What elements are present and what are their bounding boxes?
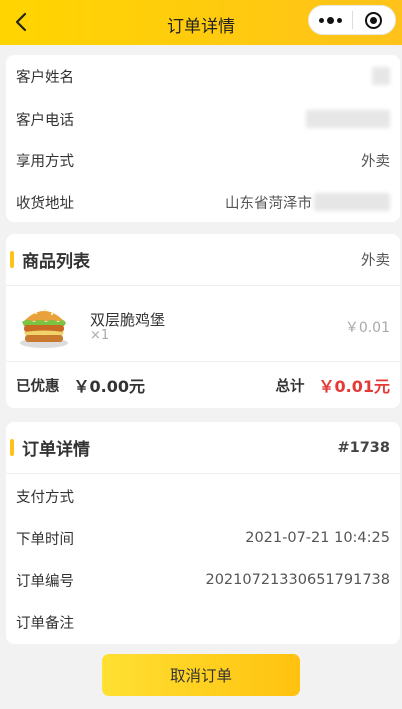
customer-info-card: 客户姓名 客户电话 享用方式 外卖 收货地址 山东省菏泽市 (6, 55, 400, 222)
customer-name-redacted (372, 67, 390, 85)
goods-totals: 已优惠 ￥0.00元 总计 ￥0.01元 (6, 363, 400, 407)
close-circle-icon[interactable] (353, 5, 395, 35)
customer-phone-row: 客户电话 (6, 98, 400, 140)
goods-list-card: 商品列表 外卖 双层脆鸡堡 ×1 ￥0.01 已优惠 ￥0.00元 总计 ￥0.… (6, 234, 400, 408)
goods-quantity: ×1 (90, 328, 110, 343)
goods-price: ￥0.01 (344, 320, 390, 336)
payment-method-row: 支付方式 (6, 475, 400, 517)
customer-name-label: 客户姓名 (16, 69, 74, 86)
customer-phone-label: 客户电话 (16, 112, 74, 129)
dining-mode-row: 享用方式 外卖 (6, 139, 400, 181)
order-detail-title: 订单详情 (22, 440, 90, 460)
total-label: 总计 (275, 378, 305, 395)
total-value: ￥0.01元 (318, 377, 390, 396)
order-time-row: 下单时间 2021-07-21 10:4:25 (6, 517, 400, 559)
order-detail-header: 订单详情 #1738 (6, 422, 400, 474)
order-number-row: 订单编号 20210721330651791738 (6, 559, 400, 601)
mini-program-capsule (308, 5, 396, 35)
order-detail-card: 订单详情 #1738 支付方式 下单时间 2021-07-21 10:4:25 … (6, 422, 400, 644)
address-label: 收货地址 (16, 195, 74, 212)
navigation-bar: 订单详情 (0, 0, 402, 45)
section-accent-bar (10, 251, 14, 268)
order-number-tag: #1738 (337, 439, 390, 456)
order-number-label: 订单编号 (16, 573, 74, 590)
dining-mode-value: 外卖 (361, 153, 390, 170)
customer-name-row: 客户姓名 (6, 55, 400, 97)
section-accent-bar (10, 439, 14, 456)
address-value: 山东省菏泽市 (225, 195, 312, 212)
chicken-burger-image (20, 308, 68, 348)
order-remark-label: 订单备注 (16, 615, 74, 632)
address-redacted (314, 193, 390, 211)
discount-value: ￥0.00元 (73, 377, 145, 396)
goods-list-title: 商品列表 (22, 252, 90, 272)
discount-label: 已优惠 (16, 378, 60, 395)
goods-list-header: 商品列表 外卖 (6, 234, 400, 286)
payment-method-label: 支付方式 (16, 489, 74, 506)
order-time-value: 2021-07-21 10:4:25 (245, 530, 390, 546)
cancel-order-button[interactable]: 取消订单 (102, 654, 300, 696)
order-number-value: 20210721330651791738 (205, 572, 390, 588)
address-row: 收货地址 山东省菏泽市 (6, 181, 400, 223)
list-item[interactable]: 双层脆鸡堡 ×1 ￥0.01 (6, 287, 400, 362)
customer-phone-redacted (306, 110, 390, 128)
goods-mode-value: 外卖 (361, 253, 390, 269)
order-time-label: 下单时间 (16, 531, 74, 548)
dining-mode-label: 享用方式 (16, 153, 74, 170)
order-remark-row: 订单备注 (6, 601, 400, 643)
more-icon[interactable] (309, 5, 352, 35)
goods-name: 双层脆鸡堡 (90, 311, 166, 329)
